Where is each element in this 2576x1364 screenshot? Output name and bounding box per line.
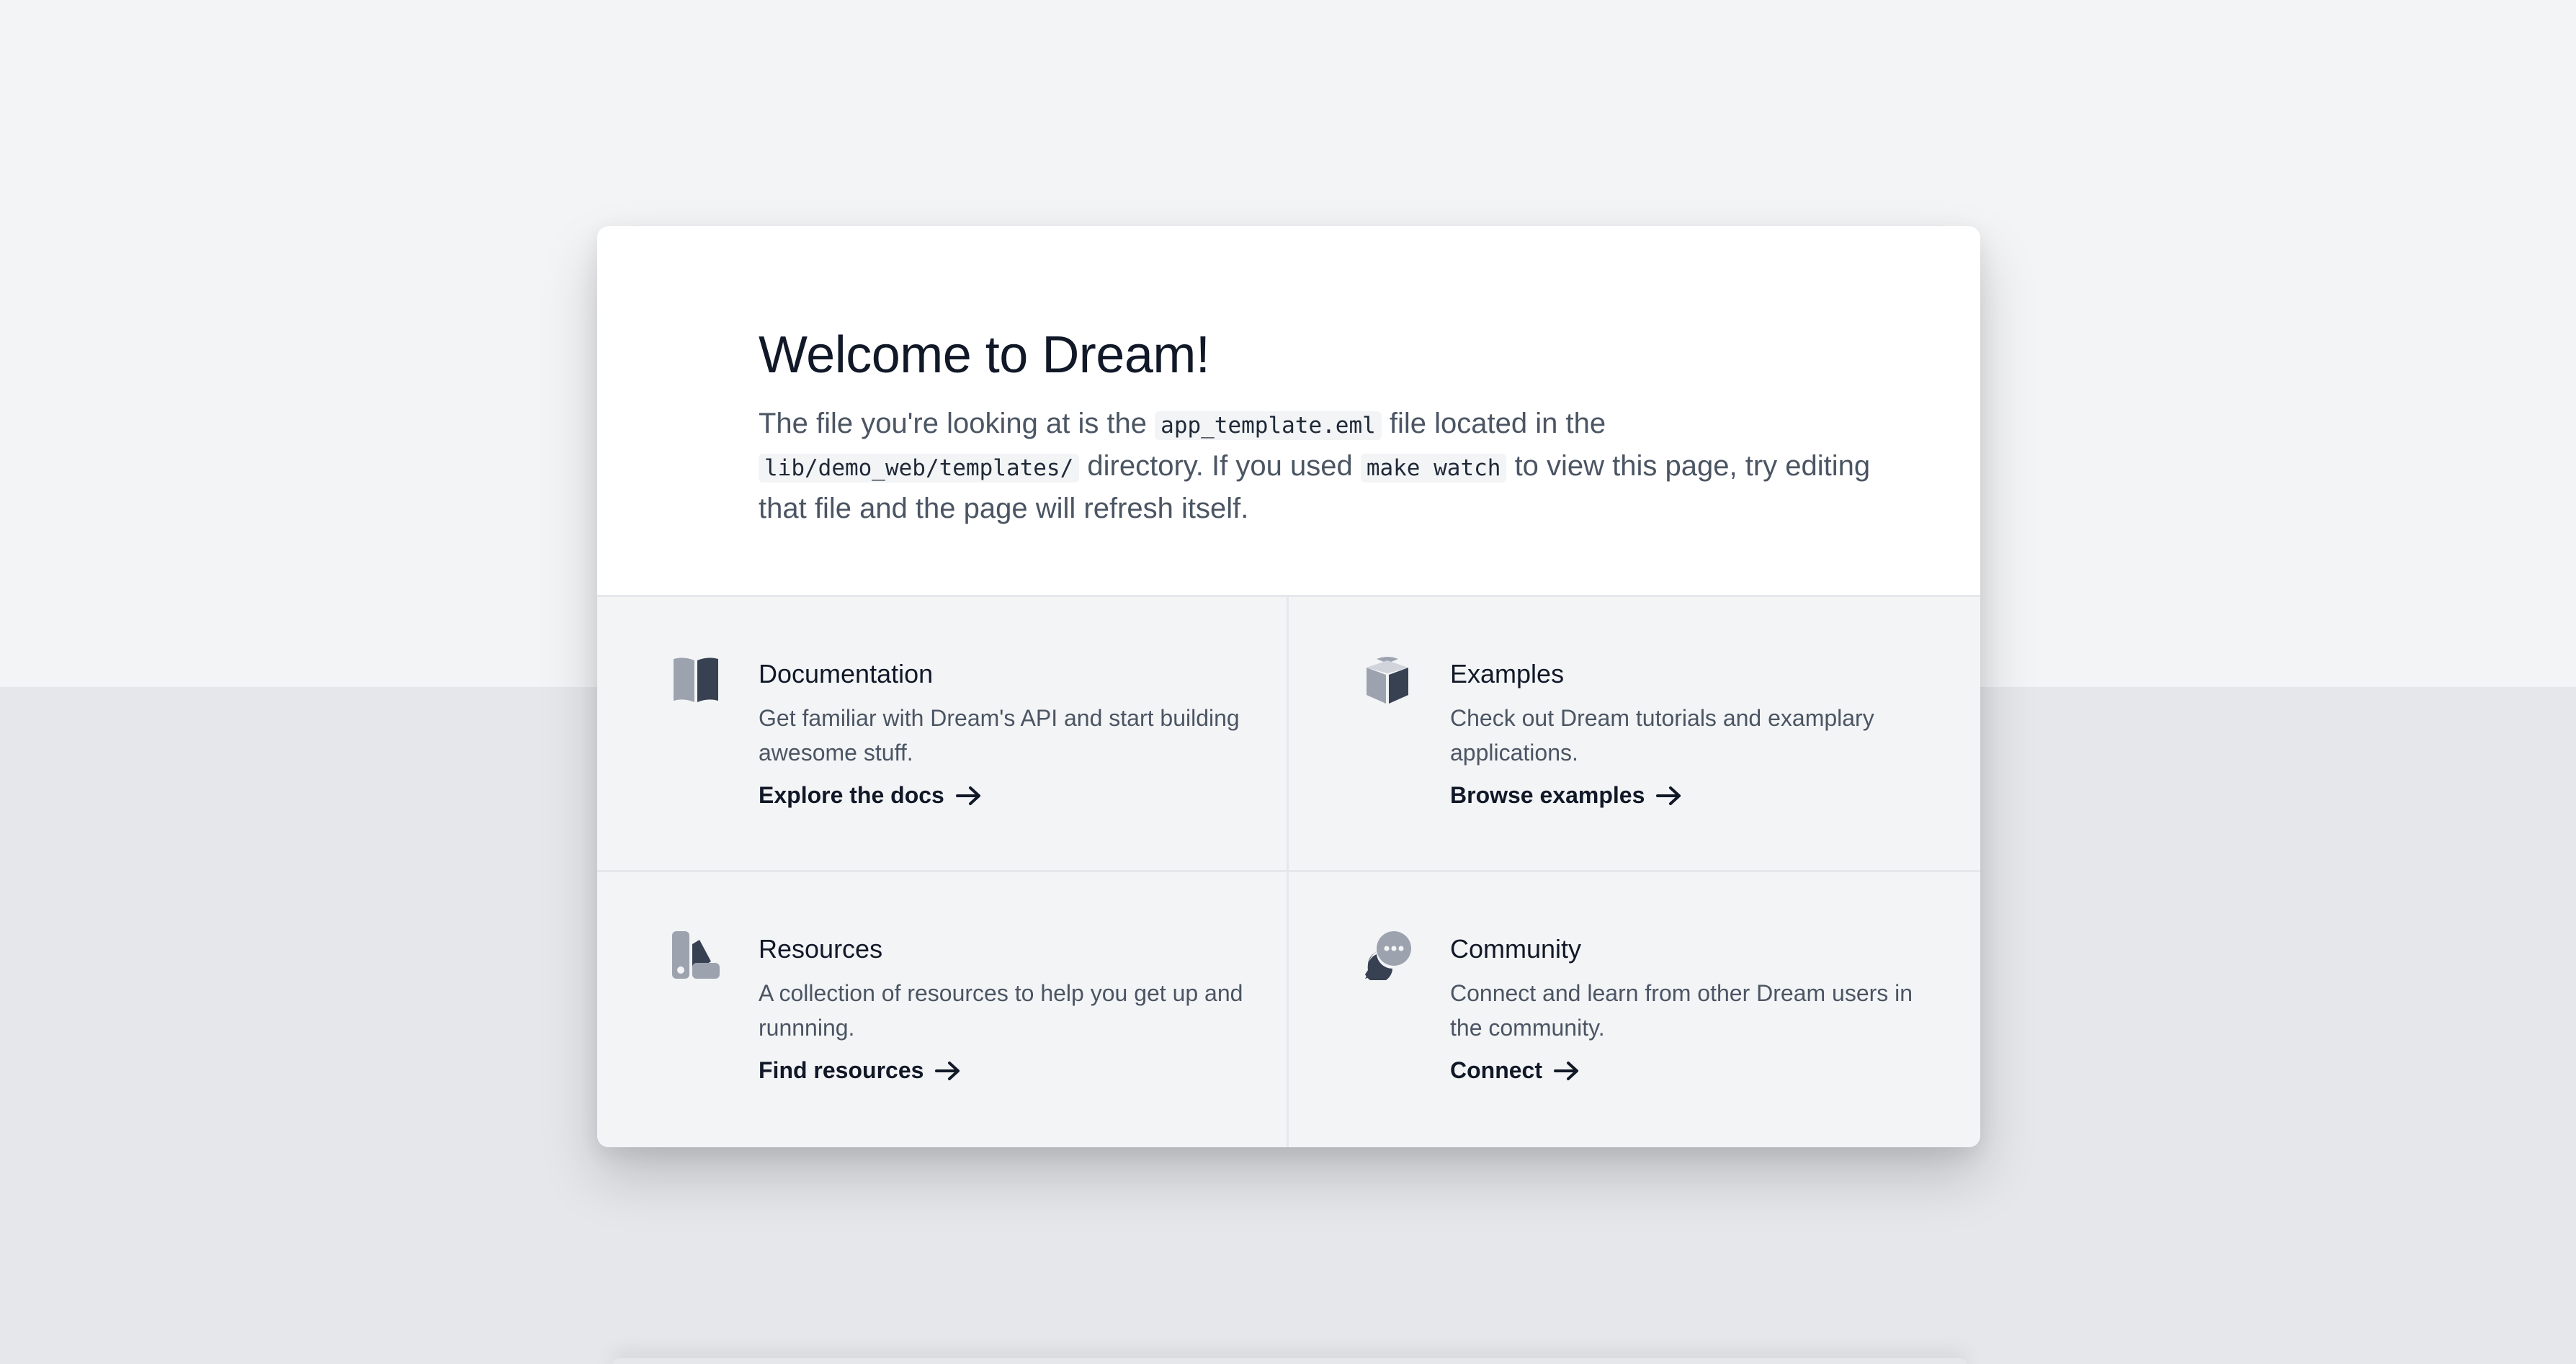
chat-bubbles-icon [1365, 931, 1411, 980]
connect-link[interactable]: Connect [1450, 1057, 1581, 1084]
resources-card: Resources A collection of resources to h… [597, 872, 1289, 1147]
hero-section: Welcome to Dream! The file you're lookin… [597, 226, 1980, 595]
intro-text: The file you're looking at is the app_te… [759, 403, 1904, 529]
resources-description: A collection of resources to help you ge… [759, 980, 1243, 1041]
template-directory-code: lib/demo_web/templates/ [759, 454, 1080, 483]
documentation-title: Documentation [759, 659, 934, 688]
explore-docs-link[interactable]: Explore the docs [759, 782, 983, 809]
arrow-right-icon [1656, 786, 1681, 805]
community-title: Community [1450, 934, 1582, 964]
connect-label: Connect [1450, 1057, 1542, 1083]
arrow-right-icon [1554, 1061, 1578, 1080]
template-filename-code: app_template.eml [1155, 411, 1382, 440]
feature-grid: Documentation Get familiar with Dream's … [597, 595, 1980, 1147]
examples-description: Check out Dream tutorials and examplary … [1450, 705, 1874, 766]
arrow-right-icon [955, 786, 980, 805]
book-icon [674, 658, 718, 702]
secondary-card-edge [612, 1358, 1967, 1364]
documentation-description: Get familiar with Dream's API and start … [759, 705, 1240, 766]
page-title: Welcome to Dream! [759, 326, 1210, 384]
resources-title: Resources [759, 934, 883, 964]
explore-docs-label: Explore the docs [759, 782, 944, 808]
cube-icon [1367, 657, 1408, 704]
find-resources-label: Find resources [759, 1057, 924, 1083]
browse-examples-label: Browse examples [1450, 782, 1645, 808]
intro-text-part: directory. If you used [1079, 450, 1361, 482]
make-watch-code: make watch [1360, 454, 1507, 483]
community-description: Connect and learn from other Dream users… [1450, 980, 1913, 1041]
examples-card: Examples Check out Dream tutorials and e… [1289, 597, 1980, 872]
arrow-right-icon [935, 1061, 960, 1080]
welcome-card: Welcome to Dream! The file you're lookin… [597, 226, 1980, 1147]
intro-text-part: The file you're looking at is the [759, 408, 1155, 439]
browse-examples-link[interactable]: Browse examples [1450, 782, 1683, 809]
intro-text-part: file located in the [1381, 408, 1606, 439]
find-resources-link[interactable]: Find resources [759, 1057, 962, 1084]
community-card: Community Connect and learn from other D… [1289, 872, 1980, 1147]
swatch-icon [672, 931, 720, 979]
examples-title: Examples [1450, 659, 1565, 688]
documentation-card: Documentation Get familiar with Dream's … [597, 597, 1289, 872]
